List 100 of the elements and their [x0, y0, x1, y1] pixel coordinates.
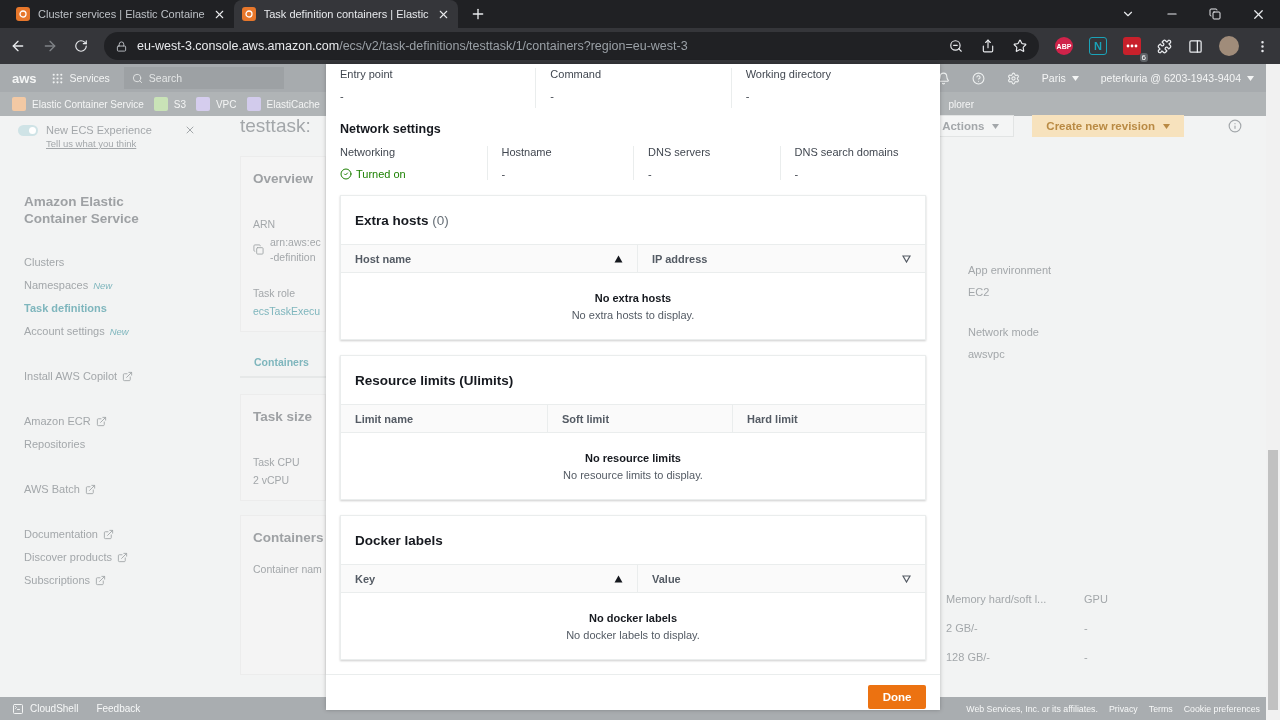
- caret-icon: [992, 123, 1000, 129]
- column-header[interactable]: IP address: [652, 252, 708, 265]
- field-value: -: [340, 90, 345, 102]
- field-value: -: [745, 90, 751, 102]
- external-link-icon: [95, 416, 107, 427]
- column-header[interactable]: Host name: [355, 252, 412, 265]
- empty-text: No resource limits to display.: [563, 468, 703, 481]
- avatar-icon[interactable]: [1219, 36, 1239, 56]
- empty-text: No docker labels to display.: [566, 628, 700, 641]
- field-label: Task CPU: [253, 456, 301, 468]
- sort-ascending-icon[interactable]: [614, 574, 623, 583]
- field-value: EC2: [968, 286, 991, 298]
- nav-item[interactable]: Account settings New: [24, 324, 230, 339]
- column-header[interactable]: Hard limit: [747, 412, 798, 425]
- nav-item[interactable]: Repositories: [24, 437, 230, 452]
- favorite-link[interactable]: S3: [153, 97, 186, 111]
- favorite-link[interactable]: ElastiCache: [246, 97, 320, 111]
- toggle-switch[interactable]: [18, 124, 38, 136]
- back-icon[interactable]: [10, 38, 26, 54]
- new-label: New: [93, 279, 113, 293]
- forward-icon[interactable]: [42, 38, 58, 54]
- field-label: Networking: [340, 146, 397, 158]
- field-value: -: [550, 90, 555, 102]
- column-header[interactable]: Key: [355, 572, 376, 585]
- search-icon: [131, 72, 143, 84]
- side-panel-icon[interactable]: [1188, 38, 1203, 54]
- table-cell-text: 2 GB/-: [946, 621, 979, 634]
- table-cell-text: -: [1084, 650, 1089, 663]
- copyright-text: Web Services, Inc. or its affiliates.: [966, 703, 1098, 714]
- sort-ascending-icon[interactable]: [614, 254, 623, 263]
- nav-item[interactable]: Amazon ECR: [24, 414, 230, 429]
- footer-link[interactable]: Cookie preferences: [1183, 703, 1260, 714]
- check-circle-icon: [340, 168, 352, 180]
- field-label: DNS search domains: [794, 146, 900, 158]
- extension-icon[interactable]: N: [1089, 37, 1107, 55]
- external-link-icon: [117, 552, 129, 563]
- nav-item[interactable]: Discover products: [24, 550, 230, 565]
- column-header[interactable]: Limit name: [355, 412, 414, 425]
- status-text: Turned on: [356, 168, 406, 180]
- arn-text: -definition: [270, 251, 317, 263]
- sort-icon[interactable]: [902, 254, 911, 263]
- table-title: Resource limits (Ulimits): [355, 372, 514, 388]
- zoom-out-icon[interactable]: [949, 39, 963, 53]
- empty-title: No docker labels: [588, 611, 677, 624]
- survey-link[interactable]: Tell us what you think: [46, 138, 176, 149]
- new-label: New: [109, 325, 129, 339]
- nav-item[interactable]: Clusters: [24, 255, 230, 270]
- nav-item[interactable]: Task definitions: [24, 301, 230, 316]
- field-value: -: [794, 168, 800, 180]
- column-header[interactable]: Value: [652, 572, 681, 585]
- footer-link[interactable]: CloudShell: [30, 703, 79, 714]
- lock-icon: [116, 40, 127, 52]
- nav-item[interactable]: Namespaces New: [24, 278, 230, 293]
- favorite-link[interactable]: Elastic Container Service: [12, 97, 144, 111]
- favorite-link[interactable]: VPC: [195, 97, 237, 111]
- nav-item[interactable]: Subscriptions: [24, 573, 230, 588]
- nav-item[interactable]: Documentation: [24, 527, 230, 542]
- footer-link[interactable]: Privacy: [1108, 703, 1138, 714]
- nav-item[interactable]: AWS Batch: [24, 482, 230, 497]
- column-header: GPU: [1084, 592, 1109, 605]
- field-label: Working directory: [745, 68, 833, 80]
- browser-tab[interactable]: Task definition containers | Elastic: [233, 0, 458, 28]
- card-title: Containers: [253, 530, 325, 545]
- search-field[interactable]: Search: [123, 67, 284, 89]
- field-label: DNS servers: [648, 146, 712, 158]
- nav-item[interactable]: Install AWS Copilot: [24, 369, 230, 384]
- page-title: testtask:: [240, 115, 311, 137]
- account-menu[interactable]: peterkuria @ 6203-1943-9404: [1100, 72, 1241, 84]
- field-label: ARN: [253, 218, 277, 230]
- role-link[interactable]: ecsTaskExecu: [253, 305, 325, 317]
- restore-icon[interactable]: [1209, 8, 1221, 20]
- done-button[interactable]: Done: [868, 685, 926, 709]
- footer-link[interactable]: Feedback: [96, 703, 141, 714]
- sort-icon[interactable]: [902, 574, 911, 583]
- browser-tab[interactable]: Cluster services | Elastic Containe: [8, 0, 234, 28]
- section-title: Network settings: [340, 122, 442, 136]
- action-button[interactable]: Create new revision: [1032, 115, 1184, 137]
- nav-title: Amazon Elastic Container Service: [24, 193, 140, 227]
- reload-icon[interactable]: [74, 39, 88, 53]
- region-menu[interactable]: Paris: [1041, 72, 1066, 84]
- share-icon[interactable]: [981, 39, 995, 53]
- table-cell-text: -: [1084, 621, 1089, 634]
- puzzle-icon[interactable]: [1157, 38, 1172, 54]
- footer-link[interactable]: Terms: [1148, 703, 1173, 714]
- external-link-icon: [95, 575, 107, 586]
- aws-logo[interactable]: aws: [12, 70, 37, 86]
- field-value: awsvpc: [968, 348, 1006, 360]
- address-bar[interactable]: eu-west-3.console.aws.amazon.com/ecs/v2/task-definitions/testtask/1/containers?region=eu-west-3: [104, 32, 1039, 60]
- external-link-icon: [103, 529, 114, 540]
- star-icon[interactable]: [1013, 39, 1027, 53]
- arn-text: arn:aws:ec: [270, 236, 321, 248]
- services-menu[interactable]: Services: [69, 72, 110, 84]
- table-cell-text: 128 GB/-: [946, 650, 992, 663]
- field-label: Hostname: [501, 146, 553, 158]
- field-label: Entry point: [340, 68, 394, 80]
- favicon-icon: [16, 7, 30, 21]
- extension-icon[interactable]: [1123, 37, 1141, 55]
- column-header: Memory hard/soft l...: [946, 592, 1048, 605]
- column-header[interactable]: Soft limit: [562, 412, 610, 425]
- favorite-link[interactable]: plorer: [948, 98, 974, 110]
